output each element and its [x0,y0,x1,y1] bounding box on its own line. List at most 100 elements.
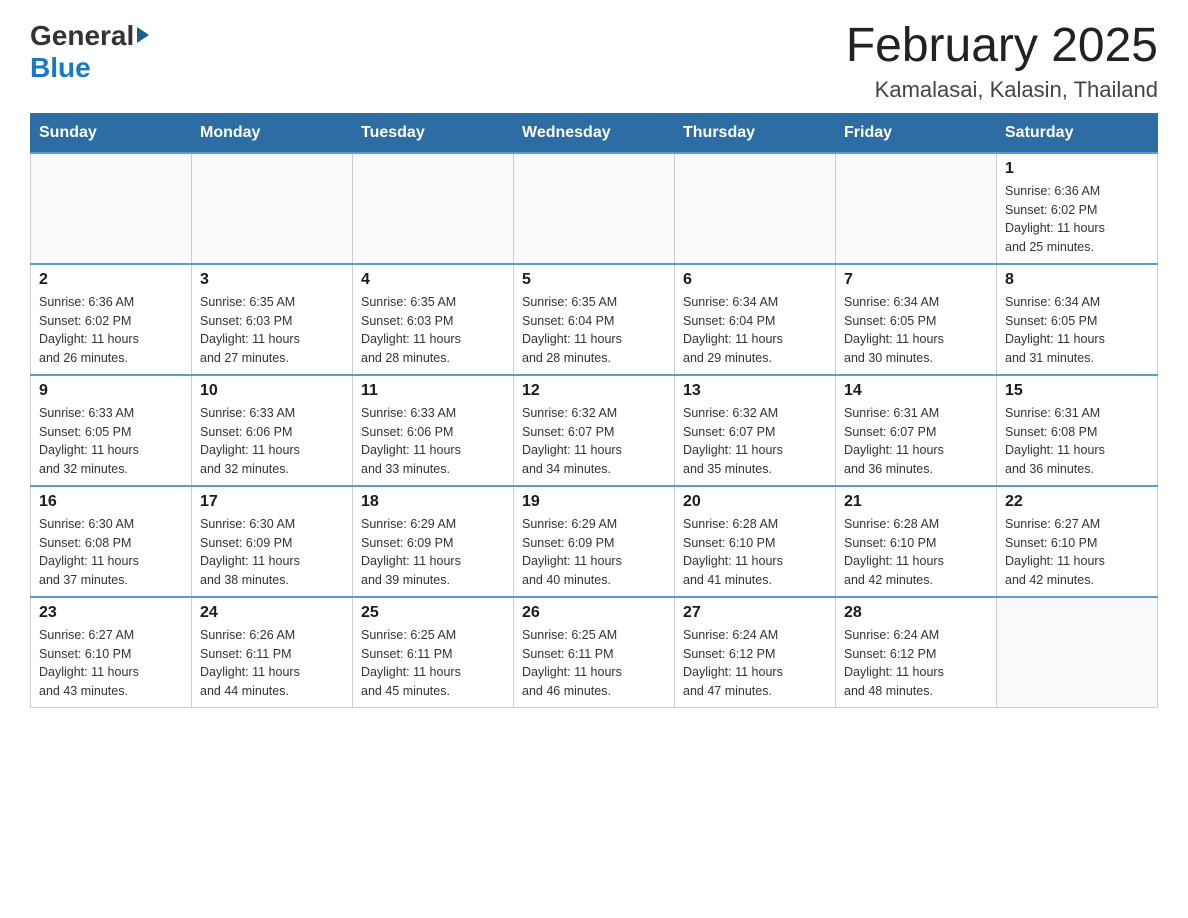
day-info: Sunrise: 6:34 AM Sunset: 6:05 PM Dayligh… [1005,293,1149,368]
calendar-cell: 20 Sunrise: 6:28 AM Sunset: 6:10 PM Dayli… [675,486,836,597]
calendar-cell: 6Sunrise: 6:34 AM Sunset: 6:04 PM Daylig… [675,264,836,375]
week-row-1: 1 Sunrise: 6:36 AM Sunset: 6:02 PM Daylig… [31,153,1158,264]
day-number: 4 [361,271,505,289]
day-number: 27 [683,604,827,622]
day-number: 26 [522,604,666,622]
calendar-cell: 18Sunrise: 6:29 AM Sunset: 6:09 PM Dayli… [353,486,514,597]
calendar-cell: 27 Sunrise: 6:24 AM Sunset: 6:12 PM Dayli… [675,597,836,708]
calendar-cell: 19 Sunrise: 6:29 AM Sunset: 6:09 PM Dayli… [514,486,675,597]
calendar-cell [675,153,836,264]
calendar-cell: 10 Sunrise: 6:33 AM Sunset: 6:06 PM Dayli… [192,375,353,486]
calendar-table: Sunday Monday Tuesday Wednesday Thursday… [30,113,1158,708]
day-info: Sunrise: 6:36 AM Sunset: 6:02 PM Dayligh… [39,293,183,368]
calendar-cell: 8 Sunrise: 6:34 AM Sunset: 6:05 PM Daylig… [997,264,1158,375]
calendar-subtitle: Kamalasai, Kalasin, Thailand [846,77,1158,103]
calendar-title: February 2025 [846,20,1158,73]
week-row-2: 2 Sunrise: 6:36 AM Sunset: 6:02 PM Daylig… [31,264,1158,375]
header-wednesday: Wednesday [514,113,675,153]
day-number: 12 [522,382,666,400]
calendar-cell: 21Sunrise: 6:28 AM Sunset: 6:10 PM Dayli… [836,486,997,597]
week-row-3: 9Sunrise: 6:33 AM Sunset: 6:05 PM Daylig… [31,375,1158,486]
calendar-cell: 15 Sunrise: 6:31 AM Sunset: 6:08 PM Dayli… [997,375,1158,486]
weekday-header-row: Sunday Monday Tuesday Wednesday Thursday… [31,113,1158,153]
calendar-cell [836,153,997,264]
calendar-cell [514,153,675,264]
calendar-cell: 28Sunrise: 6:24 AM Sunset: 6:12 PM Dayli… [836,597,997,708]
header-tuesday: Tuesday [353,113,514,153]
day-info: Sunrise: 6:34 AM Sunset: 6:05 PM Dayligh… [844,293,988,368]
week-row-5: 23Sunrise: 6:27 AM Sunset: 6:10 PM Dayli… [31,597,1158,708]
calendar-cell: 14Sunrise: 6:31 AM Sunset: 6:07 PM Dayli… [836,375,997,486]
day-info: Sunrise: 6:32 AM Sunset: 6:07 PM Dayligh… [683,404,827,479]
day-info: Sunrise: 6:33 AM Sunset: 6:06 PM Dayligh… [200,404,344,479]
day-number: 22 [1005,493,1149,511]
header-friday: Friday [836,113,997,153]
header-sunday: Sunday [31,113,192,153]
calendar-cell: 1 Sunrise: 6:36 AM Sunset: 6:02 PM Daylig… [997,153,1158,264]
day-info: Sunrise: 6:24 AM Sunset: 6:12 PM Dayligh… [844,626,988,701]
week-row-4: 16Sunrise: 6:30 AM Sunset: 6:08 PM Dayli… [31,486,1158,597]
calendar-cell: 11Sunrise: 6:33 AM Sunset: 6:06 PM Dayli… [353,375,514,486]
day-number: 8 [1005,271,1149,289]
calendar-cell: 25 Sunrise: 6:25 AM Sunset: 6:11 PM Dayli… [353,597,514,708]
calendar-cell: 26 Sunrise: 6:25 AM Sunset: 6:11 PM Dayli… [514,597,675,708]
header-monday: Monday [192,113,353,153]
day-number: 15 [1005,382,1149,400]
logo-arrow-icon [137,27,149,43]
logo-general-text: General [30,20,134,52]
logo-blue-text: Blue [30,52,91,83]
day-number: 5 [522,271,666,289]
day-info: Sunrise: 6:31 AM Sunset: 6:07 PM Dayligh… [844,404,988,479]
day-number: 17 [200,493,344,511]
header-saturday: Saturday [997,113,1158,153]
calendar-cell: 4 Sunrise: 6:35 AM Sunset: 6:03 PM Daylig… [353,264,514,375]
day-number: 9 [39,382,183,400]
day-info: Sunrise: 6:35 AM Sunset: 6:03 PM Dayligh… [361,293,505,368]
calendar-cell: 23Sunrise: 6:27 AM Sunset: 6:10 PM Dayli… [31,597,192,708]
day-info: Sunrise: 6:26 AM Sunset: 6:11 PM Dayligh… [200,626,344,701]
logo: General Blue [30,20,149,84]
calendar-cell: 22 Sunrise: 6:27 AM Sunset: 6:10 PM Dayli… [997,486,1158,597]
day-info: Sunrise: 6:24 AM Sunset: 6:12 PM Dayligh… [683,626,827,701]
day-number: 16 [39,493,183,511]
day-number: 7 [844,271,988,289]
day-info: Sunrise: 6:25 AM Sunset: 6:11 PM Dayligh… [361,626,505,701]
day-info: Sunrise: 6:35 AM Sunset: 6:03 PM Dayligh… [200,293,344,368]
header-thursday: Thursday [675,113,836,153]
calendar-cell: 24 Sunrise: 6:26 AM Sunset: 6:11 PM Dayli… [192,597,353,708]
calendar-cell [192,153,353,264]
calendar-cell [997,597,1158,708]
day-number: 2 [39,271,183,289]
page-header: General Blue February 2025 Kamalasai, Ka… [30,20,1158,103]
day-number: 24 [200,604,344,622]
day-info: Sunrise: 6:30 AM Sunset: 6:09 PM Dayligh… [200,515,344,590]
day-number: 19 [522,493,666,511]
day-info: Sunrise: 6:28 AM Sunset: 6:10 PM Dayligh… [683,515,827,590]
calendar-cell: 9Sunrise: 6:33 AM Sunset: 6:05 PM Daylig… [31,375,192,486]
day-number: 1 [1005,160,1149,178]
day-number: 21 [844,493,988,511]
day-number: 18 [361,493,505,511]
day-number: 20 [683,493,827,511]
day-info: Sunrise: 6:31 AM Sunset: 6:08 PM Dayligh… [1005,404,1149,479]
day-info: Sunrise: 6:36 AM Sunset: 6:02 PM Dayligh… [1005,182,1149,257]
day-number: 3 [200,271,344,289]
day-number: 10 [200,382,344,400]
day-number: 25 [361,604,505,622]
day-info: Sunrise: 6:27 AM Sunset: 6:10 PM Dayligh… [1005,515,1149,590]
calendar-cell: 7 Sunrise: 6:34 AM Sunset: 6:05 PM Daylig… [836,264,997,375]
calendar-cell: 3 Sunrise: 6:35 AM Sunset: 6:03 PM Daylig… [192,264,353,375]
day-number: 13 [683,382,827,400]
day-info: Sunrise: 6:27 AM Sunset: 6:10 PM Dayligh… [39,626,183,701]
day-info: Sunrise: 6:34 AM Sunset: 6:04 PM Dayligh… [683,293,827,368]
calendar-cell: 13 Sunrise: 6:32 AM Sunset: 6:07 PM Dayli… [675,375,836,486]
calendar-cell: 5Sunrise: 6:35 AM Sunset: 6:04 PM Daylig… [514,264,675,375]
day-info: Sunrise: 6:32 AM Sunset: 6:07 PM Dayligh… [522,404,666,479]
calendar-cell [353,153,514,264]
calendar-cell: 17 Sunrise: 6:30 AM Sunset: 6:09 PM Dayli… [192,486,353,597]
day-info: Sunrise: 6:25 AM Sunset: 6:11 PM Dayligh… [522,626,666,701]
day-info: Sunrise: 6:29 AM Sunset: 6:09 PM Dayligh… [522,515,666,590]
calendar-cell [31,153,192,264]
calendar-cell: 16Sunrise: 6:30 AM Sunset: 6:08 PM Dayli… [31,486,192,597]
calendar-cell: 12 Sunrise: 6:32 AM Sunset: 6:07 PM Dayli… [514,375,675,486]
